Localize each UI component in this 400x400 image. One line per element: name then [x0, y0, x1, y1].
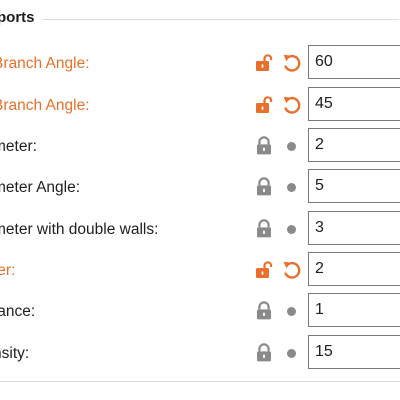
setting-row: meter Angle:: [0, 168, 400, 206]
setting-row: ter:: [0, 251, 400, 289]
setting-label: nsity:: [0, 345, 30, 362]
setting-value-input[interactable]: [308, 87, 400, 121]
setting-label: ter:: [0, 262, 16, 279]
setting-label: Branch Angle:: [0, 55, 90, 72]
default-indicator-dot: [287, 183, 296, 192]
setting-label: meter:: [0, 138, 37, 155]
setting-row: meter with double walls:: [0, 210, 400, 248]
lock-icon[interactable]: [254, 219, 274, 239]
unlock-icon[interactable]: [254, 95, 274, 115]
default-indicator-dot: [287, 142, 296, 151]
setting-value-input[interactable]: [308, 169, 400, 203]
setting-value-input[interactable]: [308, 252, 400, 286]
lock-icon[interactable]: [254, 301, 274, 321]
supports-settings-panel: ports Branch Angle: Branch Angle:: [0, 0, 400, 382]
default-indicator-dot: [287, 307, 296, 316]
setting-value-input[interactable]: [308, 335, 400, 369]
setting-row: Branch Angle:: [0, 86, 400, 124]
section-title: ports: [0, 9, 35, 26]
lock-icon[interactable]: [254, 136, 274, 156]
default-indicator-dot: [287, 225, 296, 234]
section-divider: [43, 19, 399, 20]
setting-row: meter:: [0, 127, 400, 165]
setting-row: tance:: [0, 292, 400, 330]
setting-value-input[interactable]: [308, 211, 400, 245]
setting-value-input[interactable]: [308, 45, 400, 79]
setting-value-input[interactable]: [308, 293, 400, 327]
unlock-icon[interactable]: [254, 53, 274, 73]
setting-label: meter Angle:: [0, 179, 81, 196]
section-header: ports: [0, 8, 399, 26]
lock-icon[interactable]: [254, 177, 274, 197]
reset-icon[interactable]: [281, 259, 303, 281]
setting-label: Branch Angle:: [0, 97, 90, 114]
unlock-icon[interactable]: [254, 260, 274, 280]
default-indicator-dot: [287, 349, 296, 358]
setting-row: nsity:: [0, 334, 400, 372]
setting-label: tance:: [0, 303, 36, 320]
setting-value-input[interactable]: [308, 128, 400, 162]
lock-icon[interactable]: [254, 343, 274, 363]
setting-row: Branch Angle:: [0, 44, 400, 82]
setting-label: meter with double walls:: [0, 221, 159, 238]
reset-icon[interactable]: [281, 94, 303, 116]
reset-icon[interactable]: [281, 52, 303, 74]
